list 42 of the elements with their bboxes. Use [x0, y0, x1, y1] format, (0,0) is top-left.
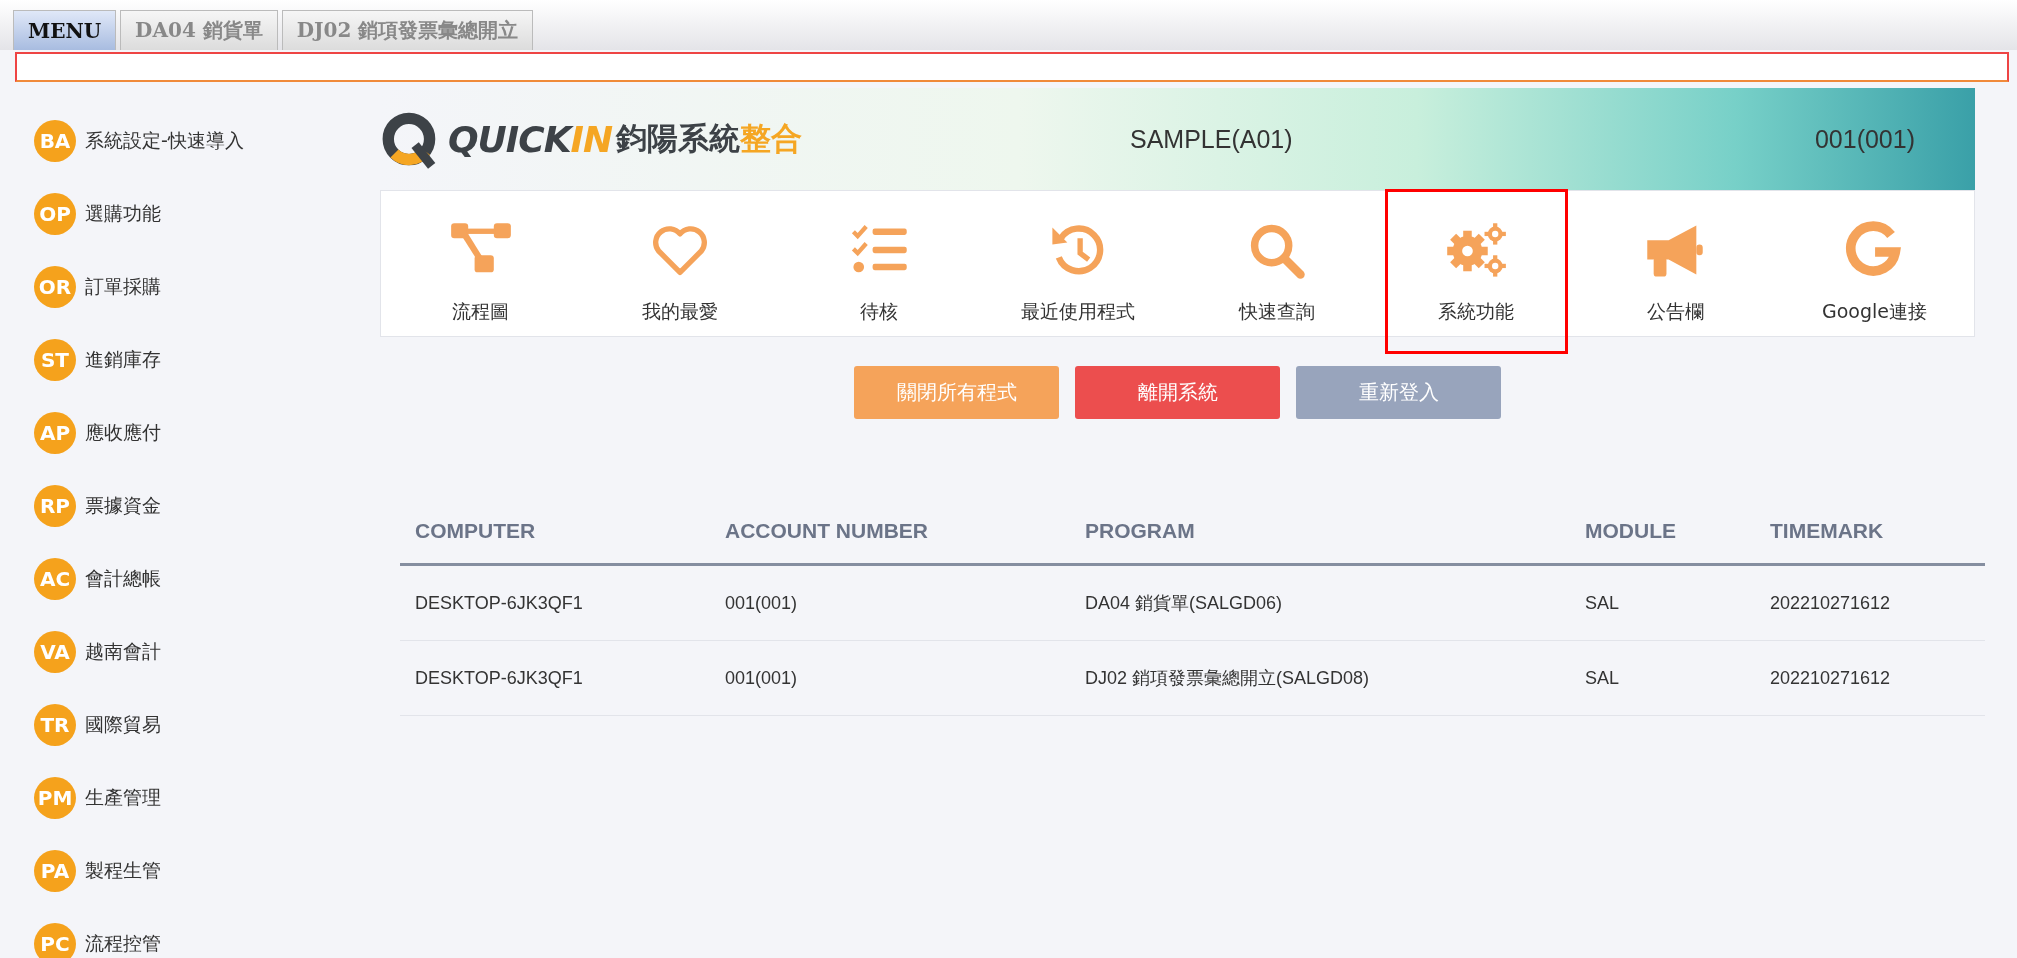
shortcut-item[interactable]: Google連接 — [1782, 189, 1966, 354]
sidebar-item[interactable]: TR 國際貿易 — [34, 688, 380, 761]
column-header: MODULE — [1570, 499, 1755, 565]
company-name: SAMPLE(A01) — [1130, 124, 1294, 154]
shortcut-item[interactable]: 待核 — [787, 189, 971, 354]
shortcut-item[interactable]: 流程圖 — [389, 189, 573, 354]
table-cell: 001(001) — [710, 640, 1070, 716]
shortcut-item[interactable]: 最近使用程式 — [986, 189, 1170, 354]
table-cell: 202210271612 — [1755, 640, 1985, 716]
brand-name: 鈞陽系統整合 — [616, 119, 803, 158]
shortcut-item[interactable]: 我的最愛 — [588, 189, 772, 354]
exit-button[interactable]: 離開系統 — [1075, 366, 1280, 419]
column-header: PROGRAM — [1070, 499, 1570, 565]
table-cell: DESKTOP-6JK3QF1 — [400, 564, 710, 641]
sidebar-item[interactable]: AP 應收應付 — [34, 396, 380, 469]
sidebar-item[interactable]: AC 會計總帳 — [34, 542, 380, 615]
sidebar-item[interactable]: OP 選購功能 — [34, 177, 380, 250]
column-header: COMPUTER — [400, 499, 710, 565]
shortcut-item[interactable]: 系統功能 — [1384, 189, 1568, 354]
sidebar-item[interactable]: PM 生產管理 — [34, 761, 380, 834]
table-cell: 202210271612 — [1755, 564, 1985, 641]
column-header: TIMEMARK — [1755, 499, 1985, 565]
sidebar-item[interactable]: ST 進銷庫存 — [34, 323, 380, 396]
shortcut-item[interactable]: 公告欄 — [1583, 189, 1767, 354]
sidebar-item[interactable]: OR 訂單採購 — [34, 250, 380, 323]
tab[interactable]: MENU — [13, 10, 117, 50]
sidebar-item[interactable]: RP 票據資金 — [34, 469, 380, 542]
sidebar-item[interactable]: VA 越南會計 — [34, 615, 380, 688]
sidebar-item[interactable]: PA 製程生管 — [34, 834, 380, 907]
sidebar-item[interactable]: BA 系統設定-快速導入 — [34, 104, 380, 177]
logo-text: QUICKIN — [448, 118, 613, 160]
table-cell: DJ02 銷項發票彙總開立(SALGD08) — [1070, 640, 1570, 716]
table-cell: DA04 銷貨單(SALGD06) — [1070, 564, 1570, 641]
input-field[interactable] — [15, 52, 2009, 82]
table-cell: 001(001) — [710, 564, 1070, 641]
column-header: ACCOUNT NUMBER — [710, 499, 1070, 565]
shortcut-item[interactable]: 快速查詢 — [1185, 189, 1369, 354]
sidebar-item[interactable]: PC 流程控管 — [34, 907, 380, 958]
table-cell: SAL — [1570, 564, 1755, 641]
table-cell: DESKTOP-6JK3QF1 — [400, 640, 710, 716]
user-id: 001(001) — [1814, 124, 1915, 154]
table-cell: SAL — [1570, 640, 1755, 716]
